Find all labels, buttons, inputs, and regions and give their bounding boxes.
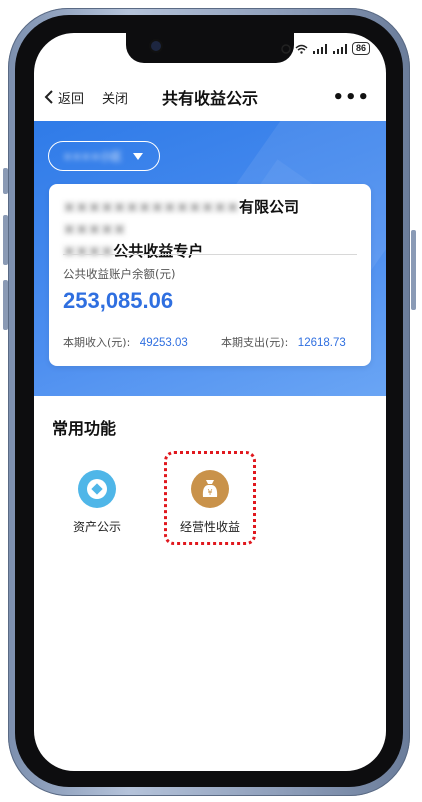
func-asset-label: 资产公示 [72, 520, 121, 534]
functions-title: 常用功能 [52, 419, 117, 438]
income-row: 本期收入(元): 49253.03 [63, 334, 188, 350]
volume-up-button [3, 215, 8, 265]
nav-bar: 返回 关闭 共有收益公示 ••• [34, 73, 386, 121]
expense-label: 本期支出(元): [221, 336, 289, 349]
balance-label: 公共收益账户余额(元) [63, 267, 176, 281]
asset-icon [78, 470, 116, 508]
income-value: 49253.03 [139, 337, 188, 349]
func-asset-disclosure[interactable]: 资产公示 [57, 470, 137, 535]
battery-indicator: 86 [351, 42, 370, 55]
signal-icon-2 [332, 43, 347, 54]
status-bar: 86 [281, 42, 370, 55]
expense-value: 12618.73 [297, 337, 346, 349]
community-selector[interactable]: ××××小区 [48, 141, 160, 171]
back-label: 返回 [58, 91, 85, 107]
highlight-annotation [164, 451, 256, 545]
chevron-left-icon [44, 90, 53, 104]
close-button[interactable]: 关闭 [102, 88, 128, 107]
signal-icon [312, 43, 327, 54]
income-label: 本期收入(元): [63, 336, 131, 349]
wifi-icon [295, 44, 308, 54]
mute-switch [3, 168, 8, 194]
camera-icon [151, 41, 161, 51]
account-name: ××××××××××××××有限公司 ××××× ××××公共收益专户 [63, 196, 359, 262]
community-name: ××××小区 [63, 150, 122, 163]
power-button [411, 230, 416, 310]
account-name-blurred-2: ××××× [63, 220, 126, 238]
account-name-blurred: ×××××××××××××× [63, 198, 239, 216]
account-name-line2: 公共收益专户 [113, 242, 204, 260]
balance-value: 253,085.06 [63, 288, 174, 313]
volume-down-button [3, 280, 8, 330]
alarm-icon [281, 43, 291, 54]
caret-down-icon [133, 153, 143, 160]
more-button[interactable]: ••• [332, 87, 370, 108]
expense-row: 本期支出(元): 12618.73 [221, 334, 346, 350]
account-name-blurred-3: ×××× [63, 242, 114, 260]
account-card: ××××××××××××××有限公司 ××××× ××××公共收益专户 公共收益账… [49, 184, 371, 366]
account-name-visible: 有限公司 [238, 198, 299, 216]
divider [63, 254, 357, 255]
screen: 86 返回 关闭 共有收益公示 ••• ××××小区 ×××××××××××××… [34, 33, 386, 771]
back-button[interactable]: 返回 [44, 88, 84, 107]
